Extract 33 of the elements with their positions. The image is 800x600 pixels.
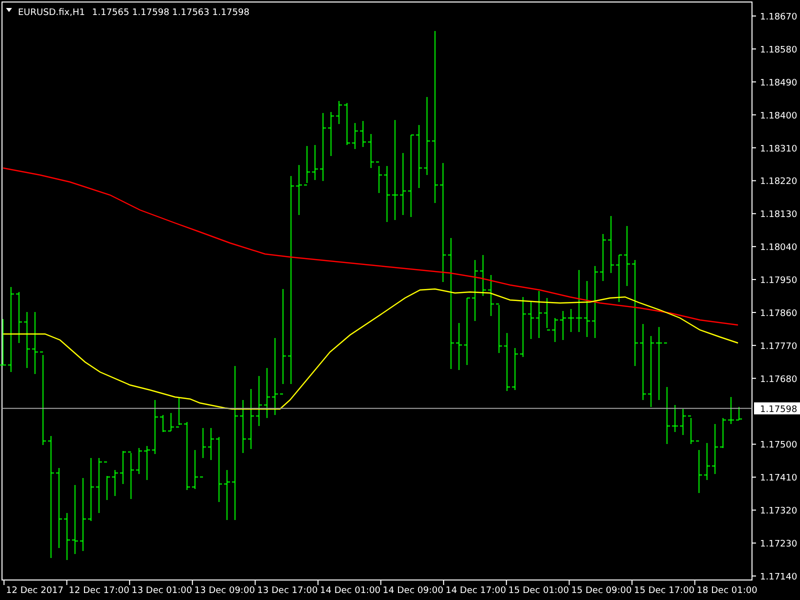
time-tick-label: 14 Dec 01:00 (320, 586, 381, 596)
price-tick-label: 1.17410 (760, 474, 798, 484)
price-tick-label: 1.18490 (760, 78, 798, 88)
price-tick-label: 1.18580 (760, 45, 798, 56)
price-tick-label: 1.18670 (760, 12, 798, 22)
time-tick-label: 13 Dec 17:00 (257, 586, 318, 596)
time-tick-label: 15 Dec 01:00 (508, 586, 569, 596)
price-tick-label: 1.18400 (760, 111, 798, 122)
ohlc-prices: 1.17565 1.17598 1.17563 1.17598 (92, 8, 250, 18)
price-tick-label: 1.18310 (760, 144, 798, 154)
price-tick-label: 1.17770 (760, 342, 798, 352)
price-tick-label: 1.17500 (760, 440, 798, 451)
price-tick-label: 1.17320 (760, 506, 798, 517)
triangle-down-icon[interactable] (6, 8, 12, 12)
time-tick-label: 12 Dec 17:00 (68, 586, 130, 596)
current-price-tag: 1.17598 (754, 402, 800, 415)
price-tick-label: 1.18220 (760, 177, 798, 188)
time-tick-label: 15 Dec 17:00 (634, 586, 695, 596)
price-tick-label: 1.17860 (760, 308, 798, 319)
time-tick-label: 13 Dec 09:00 (194, 586, 255, 596)
time-tick-label: 15 Dec 09:00 (571, 586, 632, 596)
price-tick-label: 1.17680 (760, 374, 798, 385)
time-tick-label: 18 Dec 01:00 (696, 586, 758, 596)
price-tick-label: 1.17140 (760, 572, 798, 582)
chart-symbol: EURUSD.fix,H1 (18, 8, 85, 18)
price-tick-label: 1.17950 (760, 276, 798, 286)
time-tick-label: 14 Dec 17:00 (446, 586, 506, 596)
time-tick-label: 12 Dec 2017 (6, 586, 64, 596)
price-tick-label: 1.18040 (760, 243, 798, 254)
price-tick-label: 1.18130 (760, 210, 798, 220)
time-tick-label: 13 Dec 01:00 (132, 586, 192, 596)
time-tick-label: 14 Dec 09:00 (382, 586, 444, 596)
price-tick-label: 1.17230 (760, 540, 798, 550)
